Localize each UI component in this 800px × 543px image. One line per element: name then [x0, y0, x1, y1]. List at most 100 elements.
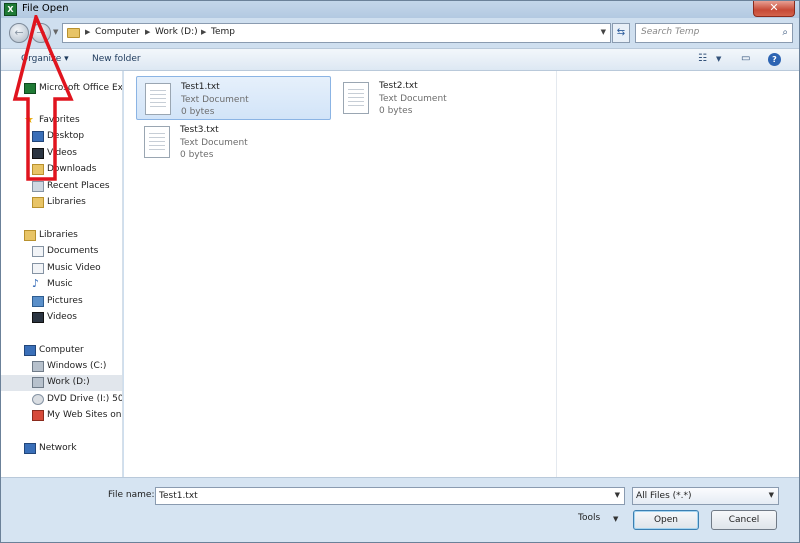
file-name-label: File name: — [108, 490, 155, 500]
refresh-button[interactable]: ⇆ — [612, 23, 630, 43]
file-type-filter-select[interactable]: All Files (*.*) ▼ — [632, 487, 779, 505]
music-icon: ♪ — [32, 277, 40, 290]
views-icon[interactable]: ☷ — [698, 53, 707, 64]
text-document-icon — [343, 82, 369, 114]
nav-item-label: Network — [39, 443, 77, 453]
file-name-value: Test1.txt — [159, 491, 198, 501]
file-type-filter-value: All Files (*.*) — [636, 491, 692, 501]
file-size: 0 bytes — [180, 150, 214, 160]
file-type: Text Document — [180, 138, 248, 148]
file-item-test1[interactable]: Test1.txt Text Document 0 bytes — [136, 76, 331, 120]
downloads-icon — [32, 164, 44, 175]
search-icon[interactable]: ⌕ — [782, 27, 788, 38]
nav-item-pictures[interactable]: Pictures — [1, 294, 122, 310]
navigation-pane: Microsoft Office Exc ★ Favorites Desktop… — [1, 71, 123, 477]
title-bar: X File Open ✕ — [1, 1, 799, 18]
nav-item-downloads[interactable]: Downloads — [1, 162, 122, 178]
preview-pane-icon[interactable]: ▭ — [741, 53, 750, 64]
nav-item-label: Pictures — [47, 296, 83, 306]
drive-icon — [32, 361, 44, 372]
nav-item-label: Microsoft Office Exc — [39, 83, 123, 93]
nav-item-label: Music — [47, 279, 73, 289]
file-item-test3[interactable]: Test3.txt Text Document 0 bytes — [136, 120, 331, 164]
nav-item-music[interactable]: ♪ Music — [1, 277, 122, 293]
address-bar[interactable]: ▶ Computer ▶ Work (D:) ▶ Temp ▼ — [62, 23, 611, 43]
recent-places-icon — [32, 181, 44, 192]
nav-item-label: Libraries — [47, 197, 86, 207]
nav-item-libraries-favorite[interactable]: Libraries — [1, 195, 122, 211]
file-type: Text Document — [379, 94, 447, 104]
window-title: File Open — [22, 3, 69, 14]
command-toolbar: Organize ▾ New folder ☷ ▼ ▭ ? — [1, 48, 799, 71]
nav-item-libraries[interactable]: Libraries — [1, 228, 122, 244]
file-name: Test1.txt — [181, 82, 220, 92]
nav-item-videos-library[interactable]: Videos — [1, 310, 122, 326]
file-list-pane[interactable]: Test1.txt Text Document 0 bytes Test2.tx… — [124, 71, 799, 477]
excel-icon — [24, 83, 36, 94]
nav-item-label: Downloads — [47, 164, 97, 174]
nav-item-computer[interactable]: Computer — [1, 343, 122, 359]
tools-button[interactable]: Tools — [578, 513, 600, 523]
excel-app-icon: X — [4, 3, 17, 16]
nav-item-favorites[interactable]: ★ Favorites — [1, 113, 122, 129]
recent-locations-dropdown-icon[interactable]: ▼ — [53, 28, 58, 36]
nav-item-desktop[interactable]: Desktop — [1, 129, 122, 145]
file-open-dialog: X File Open ✕ ← → ▼ ▶ Computer ▶ Work (D… — [0, 0, 800, 543]
file-name: Test2.txt — [379, 81, 418, 91]
nav-item-recent-places[interactable]: Recent Places — [1, 179, 122, 195]
nav-item-label: Recent Places — [47, 181, 110, 191]
video-icon — [32, 148, 44, 159]
back-button[interactable]: ← — [9, 23, 29, 43]
nav-item-network[interactable]: Network — [1, 441, 122, 457]
address-dropdown-icon[interactable]: ▼ — [601, 28, 606, 36]
pictures-icon — [32, 296, 44, 307]
breadcrumb-chevron-icon[interactable]: ▶ — [201, 28, 206, 36]
close-button[interactable]: ✕ — [753, 1, 795, 17]
network-icon — [24, 443, 36, 454]
nav-item-label: Documents — [47, 246, 99, 256]
search-placeholder: Search Temp — [641, 27, 700, 37]
libraries-icon — [32, 197, 44, 208]
filter-dropdown-icon[interactable]: ▼ — [769, 491, 774, 499]
file-name-dropdown-icon[interactable]: ▼ — [615, 491, 620, 499]
computer-icon — [24, 345, 36, 356]
breadcrumb-chevron-icon[interactable]: ▶ — [145, 28, 150, 36]
nav-item-label: Computer — [39, 345, 84, 355]
nav-item-label: DVD Drive (I:) 5000 — [47, 394, 123, 404]
breadcrumb-chevron-icon[interactable]: ▶ — [85, 28, 90, 36]
breadcrumb-temp[interactable]: Temp — [211, 27, 235, 37]
nav-item-documents[interactable]: Documents — [1, 244, 122, 260]
nav-item-microsoft-office-excel[interactable]: Microsoft Office Exc — [1, 81, 123, 97]
file-item-test2[interactable]: Test2.txt Text Document 0 bytes — [335, 76, 530, 120]
nav-item-work-drive[interactable]: Work (D:) — [1, 375, 122, 391]
nav-item-windows-drive[interactable]: Windows (C:) — [1, 359, 122, 375]
text-document-icon — [144, 126, 170, 158]
new-folder-button[interactable]: New folder — [92, 54, 141, 64]
navigation-bar: ← → ▼ ▶ Computer ▶ Work (D:) ▶ Temp ▼ ⇆ … — [1, 18, 799, 48]
nav-item-dvd-drive[interactable]: DVD Drive (I:) 5000 — [1, 392, 123, 408]
dvd-icon — [32, 394, 44, 405]
tools-dropdown-icon[interactable]: ▼ — [613, 515, 618, 523]
file-size: 0 bytes — [379, 106, 413, 116]
organize-button[interactable]: Organize ▾ — [21, 54, 69, 64]
web-sites-icon — [32, 410, 44, 421]
music-video-icon — [32, 263, 44, 274]
nav-item-label: Desktop — [47, 131, 85, 141]
nav-item-my-web-sites[interactable]: My Web Sites on M — [1, 408, 122, 424]
star-icon: ★ — [24, 113, 34, 126]
breadcrumb-work-drive[interactable]: Work (D:) — [155, 27, 198, 37]
nav-item-label: Music Video — [47, 263, 101, 273]
file-name-input[interactable]: Test1.txt ▼ — [155, 487, 625, 505]
breadcrumb-computer[interactable]: Computer — [95, 27, 140, 37]
nav-item-music-video[interactable]: Music Video — [1, 261, 122, 277]
open-button[interactable]: Open — [633, 510, 699, 530]
forward-button[interactable]: → — [31, 23, 51, 43]
nav-item-label: Libraries — [39, 230, 78, 240]
search-input[interactable]: Search Temp ⌕ — [635, 23, 793, 43]
nav-item-videos[interactable]: Videos — [1, 146, 122, 162]
cancel-button[interactable]: Cancel — [711, 510, 777, 530]
help-icon[interactable]: ? — [768, 53, 781, 66]
views-dropdown-icon[interactable]: ▼ — [716, 55, 721, 63]
video-icon — [32, 312, 44, 323]
nav-item-label: Favorites — [39, 115, 80, 125]
